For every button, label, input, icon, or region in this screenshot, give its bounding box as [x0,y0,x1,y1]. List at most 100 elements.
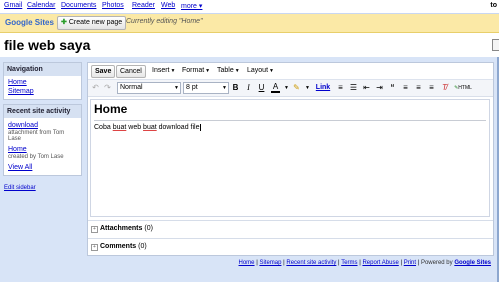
menu-insert-label: Insert [152,67,170,74]
editor-actions-bar: Save Cancel Insert▼ Format▼ Table▼ Layou… [88,63,493,80]
sidebar: Navigation Home Sitemap Recent site acti… [3,62,82,180]
style-select-value: Normal [120,84,143,91]
body-word-misspelled: buat [112,124,127,131]
page-title[interactable]: Home [94,102,127,116]
activity-link-home[interactable]: Home [4,145,81,154]
comments-section[interactable]: + Comments (0) [88,238,493,256]
nav-link-web[interactable]: Web [161,2,175,9]
attachments-label: Attachments (0) [100,225,153,232]
google-top-nav: Gmail Calendar Documents Photos Reader W… [0,0,499,14]
redo-icon[interactable]: ↷ [103,83,112,93]
footer-link-sitemap[interactable]: Sitemap [259,260,281,266]
recent-activity-header: Recent site activity [4,105,81,118]
dropdown-caret-icon: ▼ [170,68,176,74]
view-all-link[interactable]: View All [4,163,81,175]
body-word-misspelled: buat [143,124,157,131]
bold-icon[interactable]: B [231,83,240,93]
dropdown-caret-icon[interactable]: ▼ [303,83,312,93]
editing-status: Currently editing "Home" [126,18,203,25]
comments-label: Comments (0) [100,243,147,250]
editable-content-area[interactable]: Home Coba buat web buat download file [90,99,490,217]
menu-layout-label: Layout [247,67,269,74]
footer-link-print[interactable]: Print [404,260,416,266]
nav-link-calendar[interactable]: Calendar [27,2,55,9]
activity-detail: attachment from Tom Lase [8,130,65,142]
bulleted-list-icon[interactable]: ☰ [349,83,358,93]
dropdown-caret-icon: ▼ [205,68,211,74]
menu-insert[interactable]: Insert▼ [152,67,175,74]
chevron-down-icon: ▼ [222,85,227,91]
page-body-text[interactable]: Coba buat web buat download file [94,124,202,131]
expand-icon[interactable]: + [91,244,98,251]
indent-icon[interactable]: ⇥ [375,83,384,93]
user-name[interactable]: to [490,2,497,9]
italic-icon[interactable]: I [244,83,253,93]
align-right-icon[interactable]: ≡ [427,83,436,93]
remove-formatting-icon[interactable]: T̸ [440,83,449,93]
footer-links: Home | Sitemap | Recent site activity | … [238,260,491,266]
create-new-page-button[interactable]: ✚ Create new page [57,16,127,30]
align-left-icon[interactable]: ≡ [401,83,410,93]
sites-toolbar: Google Sites ✚ Create new page Currently … [0,14,499,33]
nav-link-photos[interactable]: Photos [102,2,124,9]
menu-table[interactable]: Table▼ [217,67,240,74]
sidebar-item-sitemap[interactable]: Sitemap [4,87,81,96]
title-divider [94,120,486,121]
menu-format[interactable]: Format▼ [182,67,210,74]
html-button-label: HTML [458,85,472,91]
navigation-header: Navigation [4,63,81,76]
html-button[interactable]: ✎HTML [452,83,474,93]
blockquote-icon[interactable]: “ [388,83,397,93]
undo-icon[interactable]: ↶ [91,83,100,93]
site-title: file web saya [4,37,91,53]
sidebar-item-home[interactable]: Home [4,78,81,87]
footer-link-home[interactable]: Home [239,260,255,266]
cancel-button[interactable]: Cancel [116,65,146,78]
more-actions-button[interactable] [492,39,499,51]
font-size-select[interactable]: 8 pt ▼ [183,82,229,94]
nav-link-more[interactable]: more ▾ [181,2,202,10]
create-new-page-label: Create new page [68,19,123,26]
footer-link-report-abuse[interactable]: Report Abuse [362,260,398,266]
text-color-icon[interactable]: A [271,83,280,93]
chevron-down-icon: ▼ [174,85,179,91]
highlight-color-icon[interactable]: ✎ [292,83,301,93]
outdent-icon[interactable]: ⇤ [362,83,371,93]
style-select[interactable]: Normal ▼ [117,82,181,94]
dropdown-caret-icon: ▼ [269,68,274,74]
plus-icon: ✚ [61,19,67,26]
menu-layout[interactable]: Layout▼ [247,67,274,74]
activity-link-download[interactable]: download [4,121,81,130]
nav-link-gmail[interactable]: Gmail [4,2,22,9]
body-word: download file [156,124,200,131]
site-footer: Home | Sitemap | Recent site activity | … [0,258,499,270]
powered-by-text: Powered by [420,260,453,266]
footer-link-terms[interactable]: Terms [341,260,357,266]
font-size-value: 8 pt [186,84,198,91]
activity-detail: created by Tom Lase [8,154,64,160]
numbered-list-icon[interactable]: ≡ [336,83,345,93]
nav-link-reader[interactable]: Reader [132,2,155,9]
expand-icon[interactable]: + [91,226,98,233]
text-cursor [200,124,202,131]
nav-link-documents[interactable]: Documents [61,2,96,9]
edit-sidebar-link[interactable]: Edit sidebar [4,185,36,191]
body-word: web [126,124,144,131]
menu-table-label: Table [217,67,234,74]
body-word: Coba [94,124,113,131]
navigation-box: Navigation Home Sitemap [3,62,82,100]
link-button[interactable]: Link [315,83,331,93]
align-center-icon[interactable]: ≡ [414,83,423,93]
underline-icon[interactable]: U [257,83,266,93]
save-button[interactable]: Save [91,65,116,78]
recent-activity-box: Recent site activity download attachment… [3,104,82,176]
formatting-toolbar: ↶ ↷ Normal ▼ 8 pt ▼ B I U A ▼ ✎ ▼ Link ≡ ☰… [88,80,493,97]
attachments-section[interactable]: + Attachments (0) [88,220,493,238]
footer-link-recent-activity[interactable]: Recent site activity [286,260,336,266]
page-editor: Save Cancel Insert▼ Format▼ Table▼ Layou… [87,62,494,256]
menu-format-label: Format [182,67,205,74]
google-sites-logo[interactable]: Google Sites [5,18,54,27]
dropdown-caret-icon: ▼ [234,68,240,74]
dropdown-caret-icon[interactable]: ▼ [282,83,291,93]
google-sites-footer-link[interactable]: Google Sites [454,260,491,266]
